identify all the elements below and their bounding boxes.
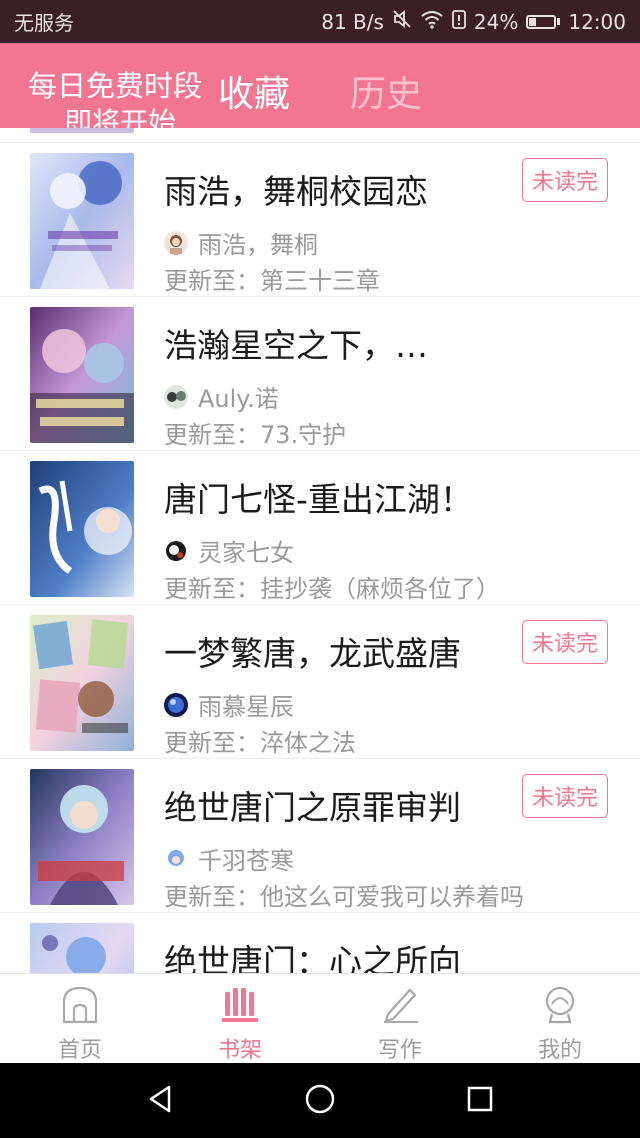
list-item[interactable]: 绝世唐门之原罪审判 千羽苍寒 更新至：他这么可爱我可以养着吗 未读完	[0, 759, 640, 913]
book-author: 雨浩，舞桐	[198, 231, 318, 259]
author-avatar	[164, 538, 188, 563]
back-triangle-icon	[145, 1084, 175, 1118]
battery-level	[529, 17, 536, 26]
book-title: 雨浩，舞桐校园恋	[164, 172, 428, 211]
bookshelf-icon	[220, 984, 260, 1028]
recents-button[interactable]	[400, 1084, 560, 1118]
battery-icon	[526, 14, 561, 29]
book-title: 唐门七怪-重出江湖！	[164, 480, 473, 519]
book-cover-image[interactable]	[30, 461, 134, 597]
tab-history[interactable]: 历史	[350, 65, 422, 117]
unread-badge: 未读完	[522, 158, 608, 202]
home-button[interactable]	[240, 1083, 400, 1119]
status-icons: 81 B/s 24% 12:00	[321, 9, 626, 34]
free-period-promo[interactable]: 每日免费时段	[28, 63, 202, 105]
author-avatar	[164, 846, 188, 871]
back-button[interactable]	[80, 1084, 240, 1118]
book-cover-image[interactable]	[30, 307, 134, 443]
partial-cover-image	[30, 128, 134, 133]
book-title: 绝世唐门之原罪审判	[164, 788, 461, 827]
list-item[interactable]: 绝世唐门：心之所向	[0, 913, 640, 973]
list-item[interactable]: 雨浩，舞桐校园恋 雨浩，舞桐 更新至：第三十三章 未读完	[0, 143, 640, 297]
latest-chapter: 更新至：淬体之法	[164, 729, 356, 757]
tab-favorites[interactable]: 收藏	[218, 65, 290, 117]
author-row: 灵家七女	[164, 533, 294, 568]
book-cover-image[interactable]	[30, 615, 134, 751]
book-cover-image[interactable]	[30, 769, 134, 905]
clock: 12:00	[568, 9, 626, 34]
home-icon	[60, 984, 100, 1028]
author-row: Auly.诺	[164, 379, 279, 414]
nav-home[interactable]: 首页	[0, 974, 160, 1064]
book-title: 一梦繁唐，龙武盛唐	[164, 634, 461, 673]
book-author: Auly.诺	[198, 385, 279, 413]
latest-chapter: 更新至：他这么可爱我可以养着吗	[164, 883, 524, 911]
bottom-navigation: 首页 书架 写作 我的	[0, 973, 640, 1063]
mute-icon	[392, 9, 412, 34]
carrier-text: 无服务	[14, 11, 74, 35]
author-row: 千羽苍寒	[164, 841, 294, 876]
app-header: 每日免费时段 即将开始 收藏 历史	[0, 43, 640, 128]
author-avatar	[164, 692, 188, 717]
network-speed: 81 B/s	[321, 9, 384, 34]
book-cover-image[interactable]	[30, 923, 134, 973]
nav-bookshelf-label: 书架	[217, 1038, 262, 1063]
unread-badge: 未读完	[522, 620, 608, 664]
unread-badge: 未读完	[522, 774, 608, 818]
system-navigation-bar	[0, 1063, 640, 1138]
profile-icon	[540, 984, 580, 1028]
nav-write[interactable]: 写作	[320, 974, 480, 1064]
nav-home-label: 首页	[57, 1038, 102, 1063]
status-bar: 无服务 81 B/s 24% 12:00	[0, 0, 640, 43]
pencil-icon	[380, 984, 420, 1028]
nav-profile[interactable]: 我的	[480, 974, 640, 1064]
author-avatar	[164, 230, 188, 255]
latest-chapter: 更新至：73.守护	[164, 421, 347, 449]
battery-alert-icon	[452, 9, 466, 34]
list-item[interactable]: 唐门七怪-重出江湖！ 灵家七女 更新至：挂抄袭（麻烦各位了）	[0, 451, 640, 605]
book-author: 千羽苍寒	[198, 847, 294, 875]
recents-square-icon	[465, 1084, 495, 1118]
book-cover-image[interactable]	[30, 153, 134, 289]
bookshelf-list[interactable]: 雨浩，舞桐校园恋 雨浩，舞桐 更新至：第三十三章 未读完 浩瀚星空之下，… Au…	[0, 128, 640, 973]
author-avatar	[164, 384, 188, 409]
free-period-promo-subtitle: 即将开始	[64, 106, 177, 128]
home-circle-icon	[304, 1083, 336, 1119]
wifi-icon	[420, 9, 444, 34]
list-item[interactable]: 一梦繁唐，龙武盛唐 雨慕星辰 更新至：淬体之法 未读完	[0, 605, 640, 759]
book-author: 灵家七女	[198, 539, 294, 567]
list-item[interactable]: 浩瀚星空之下，… Auly.诺 更新至：73.守护	[0, 297, 640, 451]
battery-percent: 24%	[473, 9, 519, 34]
latest-chapter: 更新至：挂抄袭（麻烦各位了）	[164, 575, 500, 603]
book-author: 雨慕星辰	[198, 693, 294, 721]
author-row: 雨慕星辰	[164, 687, 294, 722]
nav-profile-label: 我的	[537, 1038, 582, 1063]
book-title: 浩瀚星空之下，…	[164, 326, 428, 365]
nav-write-label: 写作	[377, 1038, 422, 1063]
author-row: 雨浩，舞桐	[164, 225, 318, 260]
book-title: 绝世唐门：心之所向	[164, 942, 461, 973]
nav-bookshelf[interactable]: 书架	[160, 974, 320, 1064]
latest-chapter: 更新至：第三十三章	[164, 267, 380, 295]
